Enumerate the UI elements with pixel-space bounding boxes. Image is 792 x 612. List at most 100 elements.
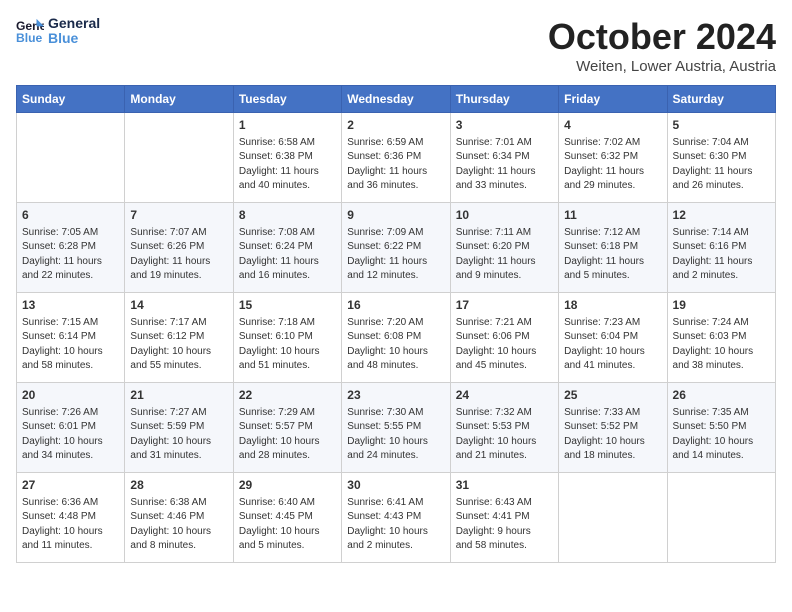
day-detail: Sunrise: 7:27 AMSunset: 5:59 PMDaylight:… xyxy=(130,406,227,464)
calendar-cell: 17 Sunrise: 7:21 AMSunset: 6:06 PMDayligh… xyxy=(450,293,558,383)
calendar-week-row: 27Sunrise: 6:36 AMSunset: 4:48 PMDayligh… xyxy=(17,473,776,563)
calendar-week-row: 6 Sunrise: 7:05 AMSunset: 6:28 PMDaylight… xyxy=(17,203,776,293)
day-detail: Sunrise: 7:33 AMSunset: 5:52 PMDaylight:… xyxy=(564,406,661,464)
day-detail: Sunrise: 6:43 AMSunset: 4:41 PMDaylight:… xyxy=(456,496,553,554)
day-detail: Sunrise: 7:26 AMSunset: 6:01 PMDaylight:… xyxy=(22,406,119,464)
day-detail: Sunrise: 7:23 AMSunset: 6:04 PMDaylight:… xyxy=(564,316,661,374)
calendar-cell: 18 Sunrise: 7:23 AMSunset: 6:04 PMDayligh… xyxy=(559,293,667,383)
day-number: 25 xyxy=(564,387,661,404)
calendar-cell: 29Sunrise: 6:40 AMSunset: 4:45 PMDayligh… xyxy=(233,473,341,563)
day-detail: Sunrise: 7:17 AMSunset: 6:12 PMDaylight:… xyxy=(130,316,227,374)
day-number: 6 xyxy=(22,207,119,224)
calendar-cell xyxy=(667,473,775,563)
day-number: 9 xyxy=(347,207,444,224)
day-number: 27 xyxy=(22,477,119,494)
day-detail: Sunrise: 7:11 AMSunset: 6:20 PMDaylight:… xyxy=(456,226,553,284)
calendar-cell: 16 Sunrise: 7:20 AMSunset: 6:08 PMDayligh… xyxy=(342,293,450,383)
calendar-cell: 22 Sunrise: 7:29 AMSunset: 5:57 PMDayligh… xyxy=(233,383,341,473)
day-number: 1 xyxy=(239,117,336,134)
logo-line2: Blue xyxy=(48,31,100,46)
logo: General Blue General Blue xyxy=(16,16,100,47)
calendar-week-row: 20 Sunrise: 7:26 AMSunset: 6:01 PMDayligh… xyxy=(17,383,776,473)
calendar-week-row: 1 Sunrise: 6:58 AMSunset: 6:38 PMDaylight… xyxy=(17,113,776,203)
day-detail: Sunrise: 7:02 AMSunset: 6:32 PMDaylight:… xyxy=(564,136,661,194)
day-number: 26 xyxy=(673,387,770,404)
day-detail: Sunrise: 7:12 AMSunset: 6:18 PMDaylight:… xyxy=(564,226,661,284)
calendar-cell: 30 Sunrise: 6:41 AMSunset: 4:43 PMDayligh… xyxy=(342,473,450,563)
day-detail: Sunrise: 7:09 AMSunset: 6:22 PMDaylight:… xyxy=(347,226,444,284)
calendar-cell: 3 Sunrise: 7:01 AMSunset: 6:34 PMDaylight… xyxy=(450,113,558,203)
day-number: 19 xyxy=(673,297,770,314)
day-number: 24 xyxy=(456,387,553,404)
day-detail: Sunrise: 7:30 AMSunset: 5:55 PMDaylight:… xyxy=(347,406,444,464)
calendar-cell: 12Sunrise: 7:14 AMSunset: 6:16 PMDayligh… xyxy=(667,203,775,293)
day-number: 3 xyxy=(456,117,553,134)
calendar-cell: 25 Sunrise: 7:33 AMSunset: 5:52 PMDayligh… xyxy=(559,383,667,473)
page-header: General Blue General Blue October 2024 W… xyxy=(16,16,776,75)
day-of-week-header: Sunday xyxy=(17,86,125,113)
day-number: 5 xyxy=(673,117,770,134)
calendar-table: SundayMondayTuesdayWednesdayThursdayFrid… xyxy=(16,85,776,563)
calendar-cell: 5 Sunrise: 7:04 AMSunset: 6:30 PMDaylight… xyxy=(667,113,775,203)
day-detail: Sunrise: 7:01 AMSunset: 6:34 PMDaylight:… xyxy=(456,136,553,194)
day-number: 14 xyxy=(130,297,227,314)
day-of-week-header: Saturday xyxy=(667,86,775,113)
calendar-cell xyxy=(17,113,125,203)
day-number: 16 xyxy=(347,297,444,314)
day-number: 13 xyxy=(22,297,119,314)
logo-icon: General Blue xyxy=(16,17,44,45)
day-detail: Sunrise: 7:08 AMSunset: 6:24 PMDaylight:… xyxy=(239,226,336,284)
calendar-cell: 26Sunrise: 7:35 AMSunset: 5:50 PMDayligh… xyxy=(667,383,775,473)
calendar-cell: 13 Sunrise: 7:15 AMSunset: 6:14 PMDayligh… xyxy=(17,293,125,383)
day-of-week-header: Monday xyxy=(125,86,233,113)
calendar-cell: 7 Sunrise: 7:07 AMSunset: 6:26 PMDaylight… xyxy=(125,203,233,293)
days-of-week-header: SundayMondayTuesdayWednesdayThursdayFrid… xyxy=(17,86,776,113)
calendar-body: 1 Sunrise: 6:58 AMSunset: 6:38 PMDaylight… xyxy=(17,113,776,563)
day-number: 11 xyxy=(564,207,661,224)
calendar-cell xyxy=(559,473,667,563)
svg-text:Blue: Blue xyxy=(16,32,43,46)
day-detail: Sunrise: 6:41 AMSunset: 4:43 PMDaylight:… xyxy=(347,496,444,554)
logo-line1: General xyxy=(48,16,100,31)
day-of-week-header: Friday xyxy=(559,86,667,113)
day-number: 22 xyxy=(239,387,336,404)
day-detail: Sunrise: 7:18 AMSunset: 6:10 PMDaylight:… xyxy=(239,316,336,374)
calendar-cell: 14 Sunrise: 7:17 AMSunset: 6:12 PMDayligh… xyxy=(125,293,233,383)
day-detail: Sunrise: 7:05 AMSunset: 6:28 PMDaylight:… xyxy=(22,226,119,284)
day-number: 4 xyxy=(564,117,661,134)
calendar-cell xyxy=(125,113,233,203)
day-detail: Sunrise: 7:20 AMSunset: 6:08 PMDaylight:… xyxy=(347,316,444,374)
day-detail: Sunrise: 7:21 AMSunset: 6:06 PMDaylight:… xyxy=(456,316,553,374)
calendar-cell: 1 Sunrise: 6:58 AMSunset: 6:38 PMDaylight… xyxy=(233,113,341,203)
day-number: 17 xyxy=(456,297,553,314)
calendar-cell: 31 Sunrise: 6:43 AMSunset: 4:41 PMDayligh… xyxy=(450,473,558,563)
day-number: 28 xyxy=(130,477,227,494)
calendar-cell: 8 Sunrise: 7:08 AMSunset: 6:24 PMDaylight… xyxy=(233,203,341,293)
title-area: October 2024 Weiten, Lower Austria, Aust… xyxy=(548,16,776,75)
calendar-cell: 19Sunrise: 7:24 AMSunset: 6:03 PMDayligh… xyxy=(667,293,775,383)
day-detail: Sunrise: 6:38 AMSunset: 4:46 PMDaylight:… xyxy=(130,496,227,554)
day-detail: Sunrise: 7:14 AMSunset: 6:16 PMDaylight:… xyxy=(673,226,770,284)
day-detail: Sunrise: 7:29 AMSunset: 5:57 PMDaylight:… xyxy=(239,406,336,464)
month-title: October 2024 xyxy=(548,16,776,58)
day-number: 8 xyxy=(239,207,336,224)
day-number: 2 xyxy=(347,117,444,134)
day-number: 18 xyxy=(564,297,661,314)
day-of-week-header: Thursday xyxy=(450,86,558,113)
day-number: 31 xyxy=(456,477,553,494)
day-detail: Sunrise: 6:58 AMSunset: 6:38 PMDaylight:… xyxy=(239,136,336,194)
calendar-cell: 11 Sunrise: 7:12 AMSunset: 6:18 PMDayligh… xyxy=(559,203,667,293)
day-number: 10 xyxy=(456,207,553,224)
day-detail: Sunrise: 7:04 AMSunset: 6:30 PMDaylight:… xyxy=(673,136,770,194)
calendar-cell: 24Sunrise: 7:32 AMSunset: 5:53 PMDayligh… xyxy=(450,383,558,473)
day-detail: Sunrise: 7:07 AMSunset: 6:26 PMDaylight:… xyxy=(130,226,227,284)
day-number: 23 xyxy=(347,387,444,404)
calendar-cell: 23 Sunrise: 7:30 AMSunset: 5:55 PMDayligh… xyxy=(342,383,450,473)
day-number: 21 xyxy=(130,387,227,404)
calendar-week-row: 13 Sunrise: 7:15 AMSunset: 6:14 PMDayligh… xyxy=(17,293,776,383)
day-number: 30 xyxy=(347,477,444,494)
day-number: 20 xyxy=(22,387,119,404)
day-detail: Sunrise: 7:15 AMSunset: 6:14 PMDaylight:… xyxy=(22,316,119,374)
day-of-week-header: Tuesday xyxy=(233,86,341,113)
day-number: 7 xyxy=(130,207,227,224)
